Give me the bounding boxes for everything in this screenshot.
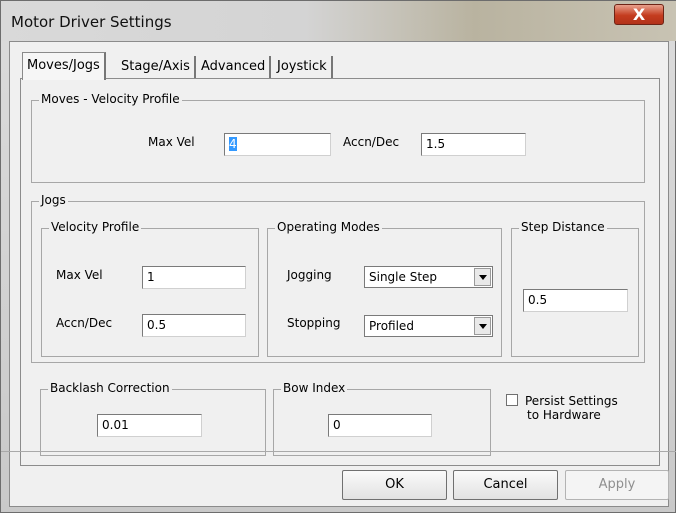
group-legend: Backlash Correction <box>48 381 172 395</box>
moves-velocity-group: Moves - Velocity Profile Max Vel 4 Accn/… <box>31 92 645 183</box>
close-button[interactable]: X <box>614 4 664 25</box>
apply-button[interactable]: Apply <box>565 470 669 500</box>
moves-max-vel-label: Max Vel <box>148 135 195 149</box>
moves-accn-label: Accn/Dec <box>343 135 400 149</box>
jogging-value: Single Step <box>369 270 438 284</box>
persist-settings-label[interactable]: Persist Settings to Hardware <box>525 394 618 422</box>
chevron-down-icon[interactable] <box>474 268 491 286</box>
dialog-window: Motor Driver Settings X Moves/Jogs Stage… <box>0 0 676 513</box>
jog-velocity-profile-group: Velocity Profile Max Vel 1 Accn/Dec 0.5 <box>41 220 259 357</box>
backlash-correction-group: Backlash Correction 0.01 <box>40 381 266 456</box>
jogging-select[interactable]: Single Step <box>364 266 493 288</box>
persist-settings-checkbox[interactable] <box>506 394 518 406</box>
tab-moves-jogs[interactable]: Moves/Jogs <box>22 52 106 80</box>
window-title: Motor Driver Settings <box>11 13 172 31</box>
footer-divider <box>1 451 676 452</box>
moves-max-vel-input[interactable]: 4 <box>224 133 331 156</box>
step-distance-group: Step Distance 0.5 <box>511 220 639 357</box>
stopping-value: Profiled <box>369 319 414 333</box>
group-legend: Bow Index <box>281 381 348 395</box>
tab-stage-axis[interactable]: Stage/Axis <box>117 56 196 78</box>
jog-max-vel-label: Max Vel <box>56 268 103 282</box>
cancel-button[interactable]: Cancel <box>453 470 558 500</box>
step-distance-input[interactable]: 0.5 <box>523 289 628 312</box>
tab-advanced[interactable]: Advanced <box>197 56 272 78</box>
close-icon: X <box>632 5 646 24</box>
moves-accn-input[interactable]: 1.5 <box>421 133 526 156</box>
title-bar[interactable]: Motor Driver Settings X <box>1 1 676 41</box>
backlash-input[interactable]: 0.01 <box>97 414 202 437</box>
tab-joystick[interactable]: Joystick <box>273 56 333 78</box>
jog-max-vel-input[interactable]: 1 <box>142 266 246 289</box>
jog-accn-input[interactable]: 0.5 <box>142 314 246 337</box>
group-legend: Moves - Velocity Profile <box>39 92 182 106</box>
dialog-client-area: Moves/Jogs Stage/Axis Advanced Joystick … <box>9 41 669 507</box>
stopping-select[interactable]: Profiled <box>364 315 493 337</box>
group-legend: Step Distance <box>519 220 607 234</box>
group-legend: Operating Modes <box>275 220 382 234</box>
jog-accn-label: Accn/Dec <box>56 316 113 330</box>
chevron-down-icon[interactable] <box>474 317 491 335</box>
bow-index-group: Bow Index 0 <box>273 381 491 456</box>
stopping-label: Stopping <box>287 316 341 330</box>
bow-index-input[interactable]: 0 <box>328 414 432 437</box>
group-legend: Jogs <box>39 193 68 207</box>
persist-label-line1: Persist Settings <box>525 394 618 408</box>
moves-max-vel-value: 4 <box>229 137 237 151</box>
persist-label-line2: to Hardware <box>527 408 601 422</box>
ok-button[interactable]: OK <box>342 470 447 500</box>
group-legend: Velocity Profile <box>49 220 142 234</box>
jogs-group: Jogs Velocity Profile Max Vel 1 Accn/Dec… <box>31 193 645 363</box>
operating-modes-group: Operating Modes Jogging Single Step Stop… <box>267 220 502 357</box>
jogging-label: Jogging <box>287 268 332 282</box>
